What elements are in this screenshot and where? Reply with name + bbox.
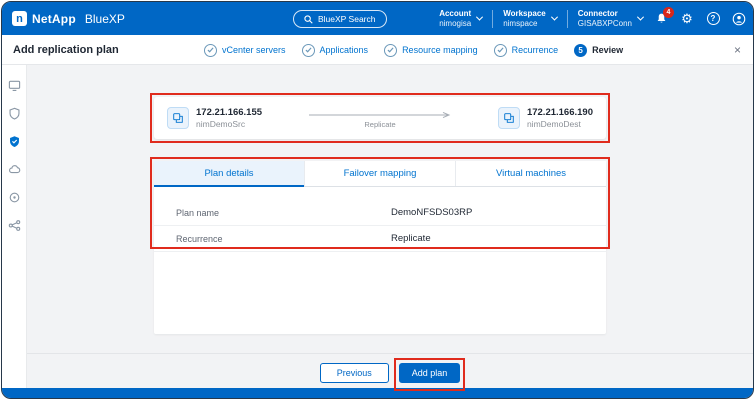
step-number-badge: 5 [574,44,587,57]
source-ip: 172.21.166.155 [196,107,262,118]
canvas-icon[interactable] [8,79,21,92]
replication-pair-card: 172.21.166.155 nimDemoSrc Replicate 172.… [154,97,606,139]
account-label: Account [439,9,471,19]
step-review[interactable]: 5 Review [574,44,623,57]
chevron-down-icon [551,14,558,21]
wizard-stepper: vCenter servers Applications Resource ma… [204,35,623,65]
divider [492,10,493,28]
row-label: Recurrence [176,234,391,244]
step-applications[interactable]: Applications [302,44,369,57]
user-icon [732,12,746,26]
target-name: nimDemoDest [527,119,593,129]
sidebar [2,65,27,388]
target-icon[interactable] [8,191,21,204]
user-button[interactable] [731,11,747,27]
bottom-bar [2,388,753,398]
check-icon [302,44,315,57]
tab-plan-details[interactable]: Plan details [154,161,305,186]
search-label: BlueXP Search [318,14,376,24]
arrow-label: Replicate [364,120,395,129]
top-header: n NetApp BlueXP BlueXP Search Account ni… [2,2,753,35]
step-resource-mapping[interactable]: Resource mapping [384,44,478,57]
divider [567,10,568,28]
bluexp-search-button[interactable]: BlueXP Search [293,10,387,28]
source-endpoint: 172.21.166.155 nimDemoSrc [167,107,262,129]
netapp-logo-icon: n [12,11,27,26]
connector-menu[interactable]: Connector GISABXPConn [578,9,643,29]
header-right: Account nimogisa Workspace nimspace Conn… [439,2,747,35]
row-value: Replicate [391,233,431,244]
gear-icon: ⚙ [681,12,693,25]
step-vcenter-servers[interactable]: vCenter servers [204,44,286,57]
connector-value: GISABXPConn [578,19,632,29]
tab-bar: Plan details Failover mapping Virtual ma… [154,161,606,187]
notifications-button[interactable]: 4 [653,11,669,27]
protection-icon[interactable] [8,135,21,148]
wizard-header: Add replication plan vCenter servers App… [2,35,753,65]
product-name: BlueXP [85,12,125,26]
check-icon [494,44,507,57]
cloud-icon[interactable] [8,163,21,176]
target-ip: 172.21.166.190 [527,107,593,118]
plan-details-card: Plan details Failover mapping Virtual ma… [154,161,606,334]
footer: Previous Add plan [27,353,753,391]
settings-button[interactable]: ⚙ [679,11,695,27]
help-icon: ? [707,12,720,25]
shield-icon[interactable] [8,107,21,120]
replicate-arrow: Replicate [262,108,498,129]
add-plan-button[interactable]: Add plan [399,363,461,383]
brand: n NetApp BlueXP [12,11,125,26]
row-value: DemoNFSDS03RP [391,207,472,218]
share-icon[interactable] [8,219,21,232]
chevron-down-icon [476,14,483,21]
account-value: nimogisa [439,19,471,29]
notification-badge: 4 [663,7,674,18]
tab-virtual-machines[interactable]: Virtual machines [456,161,606,186]
step-recurrence[interactable]: Recurrence [494,44,559,57]
row-label: Plan name [176,208,391,218]
check-icon [204,44,217,57]
brand-name: NetApp [32,12,76,26]
logo-letter: n [16,13,23,25]
source-name: nimDemoSrc [196,119,262,129]
chevron-down-icon [637,14,644,21]
workspace-value: nimspace [503,19,546,29]
table-row: Recurrence Replicate [154,226,606,252]
target-endpoint: 172.21.166.190 nimDemoDest [498,107,593,129]
connector-label: Connector [578,9,632,19]
source-server-icon [167,107,189,129]
account-menu[interactable]: Account nimogisa [439,9,482,29]
check-icon [384,44,397,57]
tab-failover-mapping[interactable]: Failover mapping [305,161,456,186]
app-window: n NetApp BlueXP BlueXP Search Account ni… [1,1,754,399]
target-server-icon [498,107,520,129]
help-button[interactable]: ? [705,11,721,27]
close-icon[interactable]: × [734,35,741,65]
previous-button[interactable]: Previous [320,363,389,383]
search-icon [304,15,313,24]
workspace-label: Workspace [503,9,546,19]
arrow-right-icon [305,111,455,119]
workspace-menu[interactable]: Workspace nimspace [503,9,557,29]
plan-details-rows: Plan name DemoNFSDS03RP Recurrence Repli… [154,187,606,252]
page-title: Add replication plan [13,35,119,65]
table-row: Plan name DemoNFSDS03RP [154,200,606,226]
